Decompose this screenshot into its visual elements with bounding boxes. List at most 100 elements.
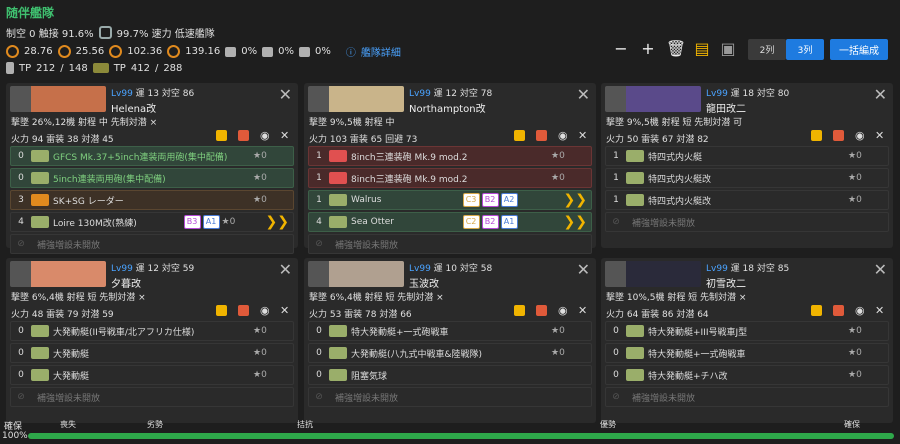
close-icon[interactable]: ✕ <box>280 130 291 141</box>
ship-portrait[interactable] <box>10 86 106 112</box>
eye-icon[interactable]: ◉ <box>558 130 569 141</box>
ship-portrait[interactable] <box>10 261 106 287</box>
equipment-slot[interactable]: 1 特四式内火艇改 ★0 <box>605 190 889 210</box>
ban-icon: ⊘ <box>17 392 25 402</box>
slot-empty[interactable]: ⊘ 補強増設未開放 <box>605 387 889 407</box>
equipment-icon <box>329 172 347 184</box>
slot-empty[interactable]: ⊘ 補強増設未開放 <box>605 212 889 232</box>
trash-icon[interactable]: 🗑 <box>666 38 686 58</box>
close-icon[interactable]: ✕ <box>875 305 886 316</box>
cards-icon[interactable]: ▣ <box>720 38 736 58</box>
ban-icon: ⊘ <box>17 239 25 249</box>
bulk-edit-button[interactable]: 一括編成 <box>830 39 888 60</box>
equipment-slot[interactable]: 0 特大発動艇+一式砲戦車 ★0 <box>605 343 889 363</box>
ship-card[interactable]: Lv99 運 10 対空 58 玉波改 ✕ 撃墜 6%,4機 射程 短 先制対潜… <box>304 258 596 423</box>
ship-card[interactable]: Lv99 運 13 対空 86 Helena改 ✕ 撃墜 26%,12機 射程 … <box>6 83 298 254</box>
toolbox-icon[interactable] <box>238 130 249 141</box>
lock-icon[interactable] <box>811 130 822 141</box>
toolbox-icon[interactable] <box>536 305 547 316</box>
minus-button[interactable]: − <box>613 38 629 58</box>
lock-icon[interactable] <box>216 130 227 141</box>
equipment-slot[interactable]: 0 特大発動艇+III号戦車J型 ★0 <box>605 321 889 341</box>
equipment-slot[interactable]: 1 8inch三連装砲 Mk.9 mod.2 ★0 <box>308 168 592 188</box>
equipment-icon <box>626 172 644 184</box>
proficiency-chevron-icon: ❯❯ <box>563 214 587 230</box>
close-icon[interactable]: ✕ <box>578 130 589 141</box>
ship-card[interactable]: Lv99 運 12 対空 78 Northampton改 ✕ 撃墜 9%,5機 … <box>304 83 596 254</box>
info-icon[interactable]: ⓘ <box>346 44 356 59</box>
equipment-icon <box>329 325 347 337</box>
equipment-slot[interactable]: 0 阻塞気球 <box>308 365 592 385</box>
fleet-stats-line2: 28.76 25.56 102.36 139.16 0% 0% 0% ⓘ 艦隊詳… <box>6 44 401 59</box>
equipment-slot[interactable]: 0 特大発動艇+一式砲戦車 ★0 <box>308 321 592 341</box>
eye-icon[interactable]: ◉ <box>558 305 569 316</box>
eye-icon[interactable]: ◉ <box>260 305 271 316</box>
equipment-slot[interactable]: 1 特四式内火艇改 ★0 <box>605 168 889 188</box>
close-icon[interactable]: ✕ <box>279 260 292 279</box>
slot-empty[interactable]: ⊘ 補強増設未開放 <box>10 234 294 254</box>
equipment-slot[interactable]: 0 大発動艇(八九式中戦車&陸戦隊) ★0 <box>308 343 592 363</box>
equipment-icon <box>626 325 644 337</box>
equipment-slot[interactable]: 4 Loire 130M改(熟練) B3 A1 ★0 ❯❯ <box>10 212 294 232</box>
close-icon[interactable]: ✕ <box>578 305 589 316</box>
fleet-header: 随伴艦隊 制空 0 触接 91.6% 99.7% 速力 低速艦隊 28.76 2… <box>0 0 900 82</box>
air-bar-fill <box>28 433 894 439</box>
equipment-slot[interactable]: 0 大発動艇 ★0 <box>10 365 294 385</box>
slot-empty[interactable]: ⊘ 補強増設未開放 <box>308 387 592 407</box>
ship-stats-2: 火力 64 雷装 86 対潜 64 <box>606 310 709 320</box>
ship-card[interactable]: Lv99 運 12 対空 59 夕暮改 ✕ 撃墜 6%,4機 射程 短 先制対潜… <box>6 258 298 423</box>
equipment-slot[interactable]: 0 GFCS Mk.37+5inch連装両用砲(集中配備) ★0 <box>10 146 294 166</box>
close-icon[interactable]: ✕ <box>875 130 886 141</box>
fleet-detail-link[interactable]: 艦隊詳細 <box>361 44 401 59</box>
close-icon[interactable]: ✕ <box>577 260 590 279</box>
ship-portrait[interactable] <box>605 86 701 112</box>
ship-stats-2: 火力 48 雷装 79 対潜 59 <box>11 310 114 320</box>
clipboard-icon[interactable]: ▤ <box>694 38 710 58</box>
proficiency-badge: B2 <box>481 215 499 229</box>
lock-icon[interactable] <box>216 305 227 316</box>
eye-icon[interactable]: ◉ <box>855 305 866 316</box>
plus-button[interactable]: + <box>640 38 656 58</box>
two-columns-button[interactable]: 2列 <box>748 39 786 60</box>
equipment-slot[interactable]: 0 大発動艇(II号戦車/北アフリカ仕様) ★0 <box>10 321 294 341</box>
equipment-slot[interactable]: 1 Walrus C3 B2 A2 ❯❯ <box>308 190 592 210</box>
close-icon[interactable]: ✕ <box>280 305 291 316</box>
ship-card[interactable]: Lv99 運 18 対空 85 初雪改二 ✕ 撃墜 10%,5機 射程 短 先制… <box>601 258 893 423</box>
close-icon[interactable]: ✕ <box>279 85 292 104</box>
bauxite-icon <box>299 46 311 57</box>
close-icon[interactable]: ✕ <box>874 260 887 279</box>
air-bar-track <box>28 433 894 439</box>
ship-portrait[interactable] <box>605 261 701 287</box>
close-icon[interactable]: ✕ <box>577 85 590 104</box>
eye-icon[interactable]: ◉ <box>855 130 866 141</box>
equipment-slot[interactable]: 0 5inch連装両用砲(集中配備) ★0 <box>10 168 294 188</box>
los-icon <box>109 45 123 58</box>
ship-card[interactable]: Lv99 運 18 対空 80 龍田改二 ✕ 撃墜 9%,5機 射程 短 先制対… <box>601 83 893 248</box>
proficiency-badge: B2 <box>481 193 499 207</box>
eye-icon[interactable]: ◉ <box>260 130 271 141</box>
toolbox-icon[interactable] <box>536 130 547 141</box>
barrel-icon <box>6 62 14 74</box>
slot-empty[interactable]: ⊘ 補強増設未開放 <box>10 387 294 407</box>
toolbox-icon[interactable] <box>833 305 844 316</box>
toolbox-icon[interactable] <box>238 305 249 316</box>
slot-empty[interactable]: ⊘ 補強増設未開放 <box>308 234 592 254</box>
equipment-slot[interactable]: 0 大発動艇 ★0 <box>10 343 294 363</box>
ship-name: Helena改 <box>111 104 157 115</box>
ship-stats-2: 火力 94 雷装 38 対潜 45 <box>11 135 114 145</box>
toolbox-icon[interactable] <box>833 130 844 141</box>
equipment-slot[interactable]: 0 特大発動艇+チハ改 ★0 <box>605 365 889 385</box>
los-icon <box>167 45 181 58</box>
equipment-slot[interactable]: 1 特四式内火艇 ★0 <box>605 146 889 166</box>
three-columns-button[interactable]: 3列 <box>786 39 824 60</box>
ship-portrait[interactable] <box>308 261 404 287</box>
close-icon[interactable]: ✕ <box>874 85 887 104</box>
equipment-slot[interactable]: 1 8inch三連装砲 Mk.9 mod.2 ★0 <box>308 146 592 166</box>
lock-icon[interactable] <box>514 130 525 141</box>
equipment-slot[interactable]: 4 Sea Otter C2 B2 A1 ❯❯ <box>308 212 592 232</box>
equipment-slot[interactable]: 3 SK+SG レーダー ★0 <box>10 190 294 210</box>
ship-stats-1: 撃墜 9%,5機 射程 中 <box>309 118 395 128</box>
lock-icon[interactable] <box>811 305 822 316</box>
ship-portrait[interactable] <box>308 86 404 112</box>
lock-icon[interactable] <box>514 305 525 316</box>
